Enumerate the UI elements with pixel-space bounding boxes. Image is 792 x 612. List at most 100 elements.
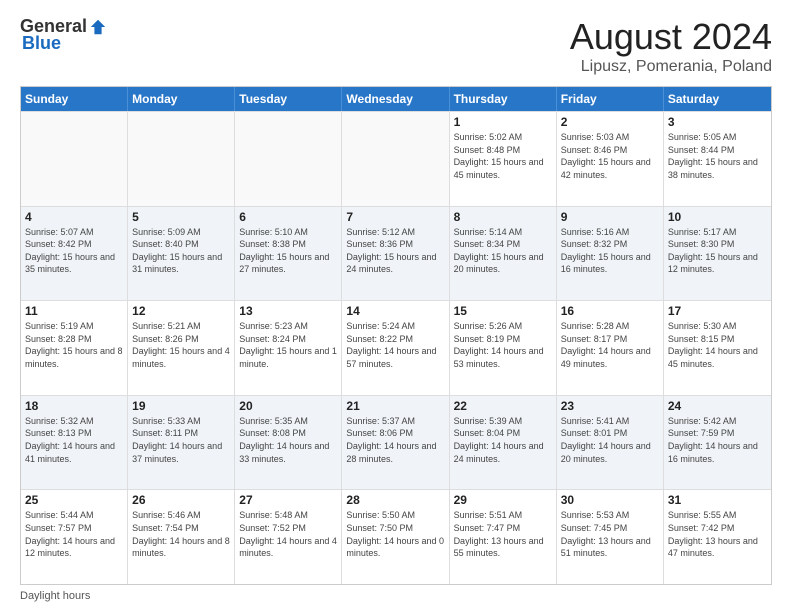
day-info: Sunrise: 5:02 AM Sunset: 8:48 PM Dayligh…	[454, 131, 552, 181]
cal-cell-2-0: 11 Sunrise: 5:19 AM Sunset: 8:28 PM Dayli…	[21, 301, 128, 395]
cal-cell-0-2	[235, 112, 342, 206]
cal-cell-4-5: 30 Sunrise: 5:53 AM Sunset: 7:45 PM Dayli…	[557, 490, 664, 584]
cal-cell-3-3: 21 Sunrise: 5:37 AM Sunset: 8:06 PM Dayli…	[342, 396, 449, 490]
logo: General Blue	[20, 16, 107, 54]
day-number: 19	[132, 399, 230, 413]
day-number: 3	[668, 115, 767, 129]
header: General Blue August 2024 Lipusz, Pomeran…	[20, 16, 772, 76]
day-number: 31	[668, 493, 767, 507]
cal-cell-1-3: 7 Sunrise: 5:12 AM Sunset: 8:36 PM Daylig…	[342, 207, 449, 301]
day-info: Sunrise: 5:39 AM Sunset: 8:04 PM Dayligh…	[454, 415, 552, 465]
day-info: Sunrise: 5:26 AM Sunset: 8:19 PM Dayligh…	[454, 320, 552, 370]
day-number: 9	[561, 210, 659, 224]
day-info: Sunrise: 5:10 AM Sunset: 8:38 PM Dayligh…	[239, 226, 337, 276]
logo-blue: Blue	[22, 33, 61, 54]
day-info: Sunrise: 5:03 AM Sunset: 8:46 PM Dayligh…	[561, 131, 659, 181]
cal-cell-3-4: 22 Sunrise: 5:39 AM Sunset: 8:04 PM Dayli…	[450, 396, 557, 490]
day-number: 11	[25, 304, 123, 318]
calendar-header: SundayMondayTuesdayWednesdayThursdayFrid…	[21, 87, 771, 111]
main-title: August 2024	[570, 16, 772, 58]
cal-cell-1-5: 9 Sunrise: 5:16 AM Sunset: 8:32 PM Daylig…	[557, 207, 664, 301]
cal-cell-4-1: 26Sunrise: 5:46 AM Sunset: 7:54 PM Dayli…	[128, 490, 235, 584]
cal-cell-1-6: 10 Sunrise: 5:17 AM Sunset: 8:30 PM Dayli…	[664, 207, 771, 301]
day-number: 18	[25, 399, 123, 413]
day-info: Sunrise: 5:48 AM Sunset: 7:52 PM Dayligh…	[239, 509, 337, 559]
day-info: Sunrise: 5:44 AM Sunset: 7:57 PM Dayligh…	[25, 509, 123, 559]
day-number: 22	[454, 399, 552, 413]
day-number: 29	[454, 493, 552, 507]
cal-cell-0-5: 2 Sunrise: 5:03 AM Sunset: 8:46 PM Daylig…	[557, 112, 664, 206]
day-number: 1	[454, 115, 552, 129]
header-day-saturday: Saturday	[664, 87, 771, 111]
day-number: 27	[239, 493, 337, 507]
week-row-2: 4 Sunrise: 5:07 AM Sunset: 8:42 PM Daylig…	[21, 206, 771, 301]
cal-cell-2-5: 16 Sunrise: 5:28 AM Sunset: 8:17 PM Dayli…	[557, 301, 664, 395]
logo-icon	[89, 18, 107, 36]
day-info: Sunrise: 5:32 AM Sunset: 8:13 PM Dayligh…	[25, 415, 123, 465]
day-info: Sunrise: 5:55 AM Sunset: 7:42 PM Dayligh…	[668, 509, 767, 559]
header-day-monday: Monday	[128, 87, 235, 111]
page: General Blue August 2024 Lipusz, Pomeran…	[0, 0, 792, 612]
day-info: Sunrise: 5:37 AM Sunset: 8:06 PM Dayligh…	[346, 415, 444, 465]
cal-cell-2-4: 15 Sunrise: 5:26 AM Sunset: 8:19 PM Dayli…	[450, 301, 557, 395]
day-info: Sunrise: 5:41 AM Sunset: 8:01 PM Dayligh…	[561, 415, 659, 465]
calendar: SundayMondayTuesdayWednesdayThursdayFrid…	[20, 86, 772, 585]
cal-cell-4-6: 31 Sunrise: 5:55 AM Sunset: 7:42 PM Dayli…	[664, 490, 771, 584]
week-row-3: 11 Sunrise: 5:19 AM Sunset: 8:28 PM Dayli…	[21, 300, 771, 395]
day-info: Sunrise: 5:53 AM Sunset: 7:45 PM Dayligh…	[561, 509, 659, 559]
day-info: Sunrise: 5:28 AM Sunset: 8:17 PM Dayligh…	[561, 320, 659, 370]
cal-cell-3-0: 18 Sunrise: 5:32 AM Sunset: 8:13 PM Dayli…	[21, 396, 128, 490]
cal-cell-2-1: 12Sunrise: 5:21 AM Sunset: 8:26 PM Dayli…	[128, 301, 235, 395]
day-number: 12	[132, 304, 230, 318]
calendar-body: 1 Sunrise: 5:02 AM Sunset: 8:48 PM Daylig…	[21, 111, 771, 584]
day-number: 6	[239, 210, 337, 224]
day-number: 16	[561, 304, 659, 318]
header-day-wednesday: Wednesday	[342, 87, 449, 111]
day-number: 4	[25, 210, 123, 224]
cal-cell-4-4: 29Sunrise: 5:51 AM Sunset: 7:47 PM Dayli…	[450, 490, 557, 584]
cal-cell-0-6: 3 Sunrise: 5:05 AM Sunset: 8:44 PM Daylig…	[664, 112, 771, 206]
week-row-4: 18 Sunrise: 5:32 AM Sunset: 8:13 PM Dayli…	[21, 395, 771, 490]
day-info: Sunrise: 5:09 AM Sunset: 8:40 PM Dayligh…	[132, 226, 230, 276]
day-number: 13	[239, 304, 337, 318]
cal-cell-0-1	[128, 112, 235, 206]
day-info: Sunrise: 5:24 AM Sunset: 8:22 PM Dayligh…	[346, 320, 444, 370]
day-info: Sunrise: 5:17 AM Sunset: 8:30 PM Dayligh…	[668, 226, 767, 276]
header-day-friday: Friday	[557, 87, 664, 111]
cal-cell-1-4: 8Sunrise: 5:14 AM Sunset: 8:34 PM Daylig…	[450, 207, 557, 301]
day-number: 2	[561, 115, 659, 129]
cal-cell-0-0	[21, 112, 128, 206]
cal-cell-3-2: 20Sunrise: 5:35 AM Sunset: 8:08 PM Dayli…	[235, 396, 342, 490]
cal-cell-1-2: 6 Sunrise: 5:10 AM Sunset: 8:38 PM Daylig…	[235, 207, 342, 301]
subtitle: Lipusz, Pomerania, Poland	[570, 58, 772, 76]
header-day-sunday: Sunday	[21, 87, 128, 111]
day-info: Sunrise: 5:16 AM Sunset: 8:32 PM Dayligh…	[561, 226, 659, 276]
day-info: Sunrise: 5:05 AM Sunset: 8:44 PM Dayligh…	[668, 131, 767, 181]
day-number: 5	[132, 210, 230, 224]
day-info: Sunrise: 5:35 AM Sunset: 8:08 PM Dayligh…	[239, 415, 337, 465]
title-block: August 2024 Lipusz, Pomerania, Poland	[570, 16, 772, 76]
day-info: Sunrise: 5:12 AM Sunset: 8:36 PM Dayligh…	[346, 226, 444, 276]
day-info: Sunrise: 5:30 AM Sunset: 8:15 PM Dayligh…	[668, 320, 767, 370]
cal-cell-4-2: 27 Sunrise: 5:48 AM Sunset: 7:52 PM Dayli…	[235, 490, 342, 584]
header-day-thursday: Thursday	[450, 87, 557, 111]
day-number: 17	[668, 304, 767, 318]
day-info: Sunrise: 5:46 AM Sunset: 7:54 PM Dayligh…	[132, 509, 230, 559]
day-number: 30	[561, 493, 659, 507]
day-number: 10	[668, 210, 767, 224]
header-day-tuesday: Tuesday	[235, 87, 342, 111]
day-number: 15	[454, 304, 552, 318]
day-number: 25	[25, 493, 123, 507]
day-info: Sunrise: 5:19 AM Sunset: 8:28 PM Dayligh…	[25, 320, 123, 370]
day-number: 7	[346, 210, 444, 224]
cal-cell-0-4: 1 Sunrise: 5:02 AM Sunset: 8:48 PM Daylig…	[450, 112, 557, 206]
day-info: Sunrise: 5:07 AM Sunset: 8:42 PM Dayligh…	[25, 226, 123, 276]
day-info: Sunrise: 5:33 AM Sunset: 8:11 PM Dayligh…	[132, 415, 230, 465]
cal-cell-3-6: 24Sunrise: 5:42 AM Sunset: 7:59 PM Dayli…	[664, 396, 771, 490]
day-info: Sunrise: 5:50 AM Sunset: 7:50 PM Dayligh…	[346, 509, 444, 559]
day-info: Sunrise: 5:42 AM Sunset: 7:59 PM Dayligh…	[668, 415, 767, 465]
day-number: 21	[346, 399, 444, 413]
cal-cell-4-0: 25 Sunrise: 5:44 AM Sunset: 7:57 PM Dayli…	[21, 490, 128, 584]
cal-cell-3-5: 23Sunrise: 5:41 AM Sunset: 8:01 PM Dayli…	[557, 396, 664, 490]
day-info: Sunrise: 5:14 AM Sunset: 8:34 PM Dayligh…	[454, 226, 552, 276]
